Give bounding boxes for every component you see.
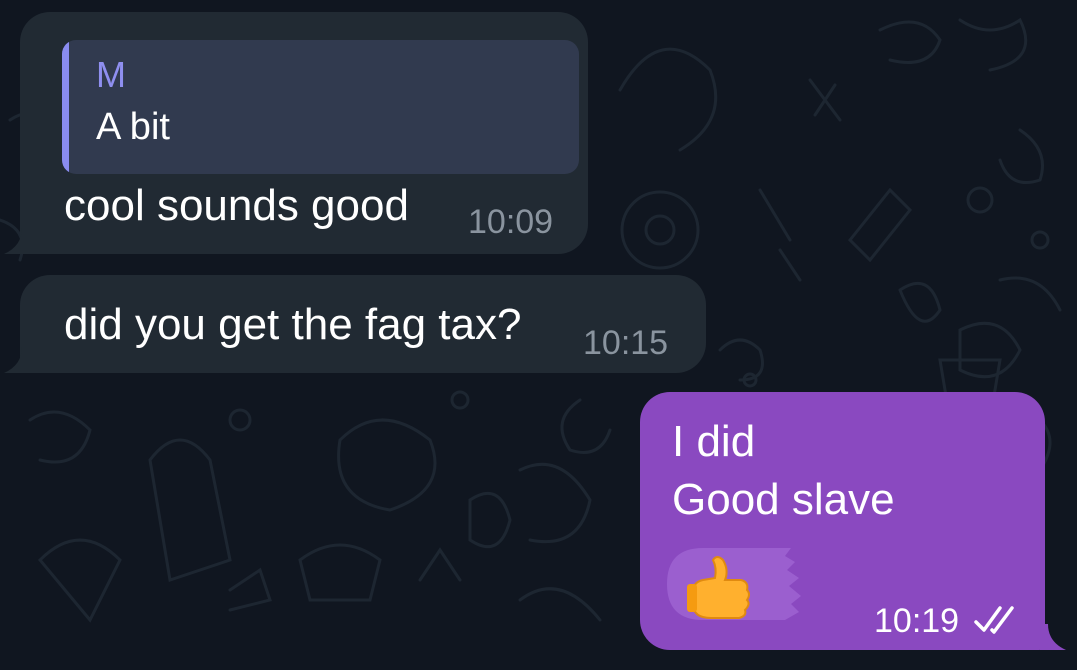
reply-accent-bar [62, 40, 69, 174]
incoming-message[interactable]: did you get the fag tax? 10:15 [20, 275, 706, 373]
reply-text: A bit [96, 106, 170, 148]
bubble-tail [1040, 624, 1066, 650]
message-text-line-1: I did [672, 417, 756, 466]
message-time: 10:09 [468, 203, 554, 241]
incoming-message[interactable]: M A bit cool sounds good 10:09 [20, 12, 588, 254]
thumbs-up-reaction[interactable] [667, 548, 803, 620]
message-text-line-2: Good slave [672, 475, 895, 524]
chat-view: M A bit cool sounds good 10:09 did you g… [0, 0, 1077, 670]
reply-author: M [96, 54, 126, 95]
bubble-tail [4, 347, 30, 373]
bubble-tail [4, 228, 30, 254]
message-text: did you get the fag tax? [64, 300, 522, 349]
reply-quote[interactable]: M A bit [62, 40, 579, 174]
outgoing-message[interactable]: I did Good slave 10:19 [640, 392, 1045, 650]
message-text: cool sounds good [64, 181, 409, 230]
message-time: 10:19 [874, 602, 960, 640]
double-check-icon [974, 606, 1014, 634]
message-time: 10:15 [583, 324, 669, 362]
